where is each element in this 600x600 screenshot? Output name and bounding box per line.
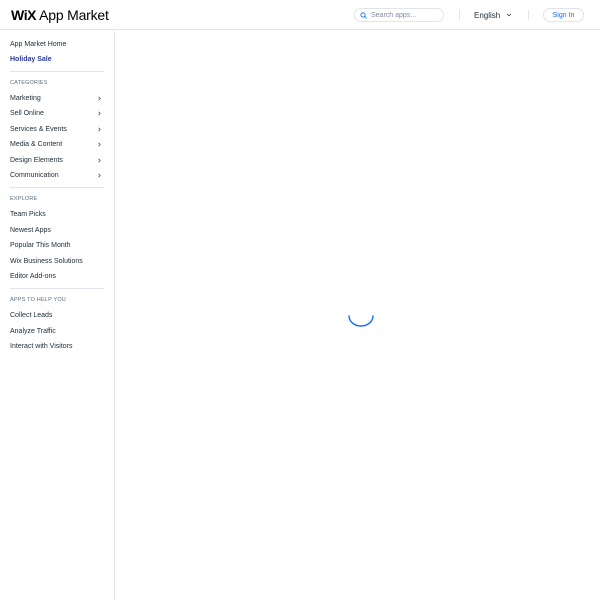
sidebar-item-app-market-home[interactable]: App Market Home (10, 37, 104, 51)
chevron-right-icon (98, 158, 101, 162)
loading-spinner-icon (348, 315, 374, 327)
sidebar-item-wix-business-solutions[interactable]: Wix Business Solutions (10, 254, 104, 268)
sidebar-item-communication[interactable]: Communication (10, 168, 104, 182)
top-header: WiX App Market English Sign In (0, 0, 600, 30)
language-label: English (474, 10, 501, 20)
chevron-right-icon (98, 111, 101, 115)
sidebar-item-label: Media & Content (10, 140, 63, 148)
sidebar-item-label: Services & Events (10, 125, 67, 133)
sidebar-item-marketing[interactable]: Marketing (10, 91, 104, 105)
sidebar-item-label: Wix Business Solutions (10, 257, 83, 265)
sidebar-item-editor-add-ons[interactable]: Editor Add-ons (10, 269, 104, 283)
sidebar-item-label: Team Picks (10, 210, 46, 218)
sidebar-item-popular-this-month[interactable]: Popular This Month (10, 238, 104, 252)
sidebar-item-label: Design Elements (10, 156, 63, 164)
logo-brand: WiX (11, 7, 37, 23)
header-divider (459, 10, 460, 20)
header-divider (528, 10, 529, 20)
chevron-right-icon (98, 173, 101, 177)
sidebar-item-label: Popular This Month (10, 241, 71, 249)
section-title-explore: EXPLORE (10, 196, 38, 202)
chevron-down-icon (507, 13, 512, 17)
sidebar-item-label: Editor Add-ons (10, 272, 56, 280)
sidebar-item-holiday-sale[interactable]: Holiday Sale (10, 52, 104, 66)
sidebar-item-collect-leads[interactable]: Collect Leads (10, 308, 104, 322)
sign-in-button[interactable]: Sign In (543, 8, 584, 22)
sidebar-divider (10, 187, 104, 188)
language-selector[interactable]: English (474, 9, 512, 21)
sidebar-item-label: Sell Online (10, 109, 44, 117)
wix-app-market-logo[interactable]: WiX App Market (11, 7, 109, 23)
sidebar-item-label: Newest Apps (10, 226, 51, 234)
section-title-categories: CATEGORIES (10, 80, 48, 86)
logo-product: App Market (39, 7, 109, 23)
sidebar-item-sell-online[interactable]: Sell Online (10, 106, 104, 120)
sidebar-item-label: Holiday Sale (10, 55, 52, 63)
sidebar-divider (10, 71, 104, 72)
sidebar-item-label: Interact with Visitors (10, 342, 73, 350)
sidebar-item-services-events[interactable]: Services & Events (10, 122, 104, 136)
search-icon (360, 11, 367, 19)
search-box[interactable] (354, 8, 444, 22)
sidebar-item-label: Analyze Traffic (10, 327, 56, 335)
sidebar-item-media-content[interactable]: Media & Content (10, 137, 104, 151)
section-title-apps-to-help-you: APPS TO HELP YOU (10, 297, 66, 303)
search-input[interactable] (371, 11, 441, 19)
sidebar-item-label: Marketing (10, 94, 41, 102)
chevron-right-icon (98, 127, 101, 131)
sidebar-item-interact-with-visitors[interactable]: Interact with Visitors (10, 339, 104, 353)
sidebar-item-label: App Market Home (10, 40, 67, 48)
sidebar-item-design-elements[interactable]: Design Elements (10, 153, 104, 167)
sidebar: App Market Home Holiday Sale CATEGORIES … (0, 31, 115, 600)
chevron-right-icon (98, 142, 101, 146)
sidebar-item-newest-apps[interactable]: Newest Apps (10, 223, 104, 237)
sidebar-item-label: Collect Leads (10, 311, 53, 319)
sidebar-item-team-picks[interactable]: Team Picks (10, 207, 104, 221)
sidebar-divider (10, 288, 104, 289)
sidebar-item-analyze-traffic[interactable]: Analyze Traffic (10, 324, 104, 338)
sidebar-item-label: Communication (10, 171, 59, 179)
chevron-right-icon (98, 96, 101, 100)
